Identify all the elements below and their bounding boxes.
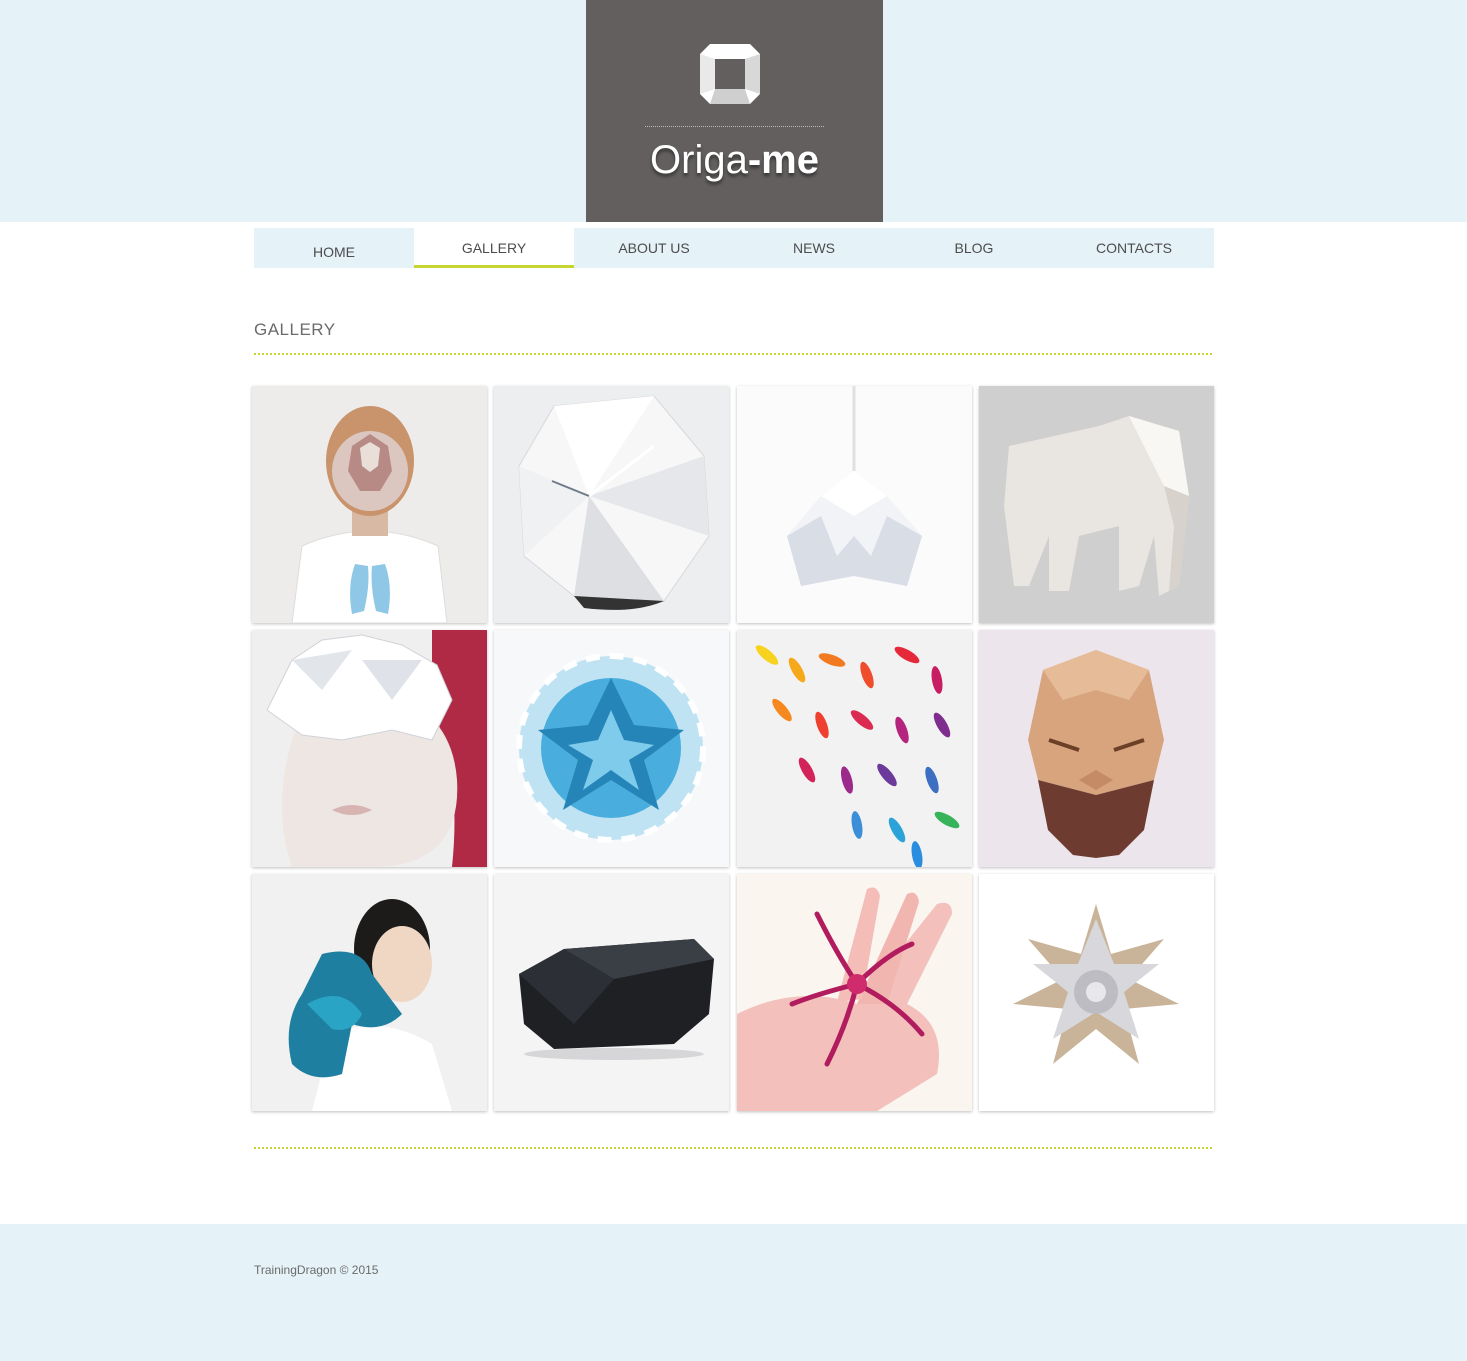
logo-box[interactable] <box>586 0 883 222</box>
nav-item-label: BLOG <box>954 240 994 256</box>
woman-with-blue-paper-collar-image <box>252 874 487 1111</box>
logo-divider <box>645 126 824 127</box>
nav-item-news[interactable]: NEWS <box>734 228 894 268</box>
origami-bearded-mask-image <box>979 630 1214 867</box>
gallery-item-elephant[interactable] <box>979 386 1214 623</box>
gallery-item-paper-mask-man[interactable] <box>252 386 487 623</box>
blue-kusudama-ball-image <box>494 630 729 867</box>
gallery-item-kusudama[interactable] <box>494 630 729 867</box>
main-nav: HOME GALLERY ABOUT US NEWS BLOG CONTACTS <box>254 228 1214 268</box>
origami-pendant-lamp-image <box>737 386 972 623</box>
origami-star-image <box>979 874 1214 1111</box>
nav-item-label: CONTACTS <box>1096 240 1172 256</box>
gallery-item-rainbow-fish[interactable] <box>737 630 972 867</box>
gallery-item-blue-collar-woman[interactable] <box>252 874 487 1111</box>
folded-square-icon[interactable] <box>700 44 760 104</box>
gallery-item-starfish-hand[interactable] <box>737 874 972 1111</box>
origami-clock-image <box>494 386 729 623</box>
title-divider <box>254 353 1212 355</box>
nav-item-home[interactable]: HOME <box>254 228 414 268</box>
logo-text-light: Origa <box>650 138 748 182</box>
gallery-item-paper-crown-woman[interactable] <box>252 630 487 867</box>
site-logo-text[interactable]: Origa-me <box>586 138 883 183</box>
nav-item-gallery[interactable]: GALLERY <box>414 228 574 268</box>
origami-elephant-image <box>979 386 1214 623</box>
nav-item-label: HOME <box>313 244 355 260</box>
copyright-text: TrainingDragon © 2015 <box>254 1263 379 1277</box>
nav-item-label: ABOUT US <box>618 240 690 256</box>
gallery-item-lamp[interactable] <box>737 386 972 623</box>
woman-with-paper-crown-image <box>252 630 487 867</box>
logo-text-bold: -me <box>747 138 819 182</box>
footer <box>0 1224 1467 1361</box>
gallery-bottom-divider <box>254 1147 1212 1149</box>
gallery-item-origami-star[interactable] <box>979 874 1214 1111</box>
nav-item-label: GALLERY <box>461 240 527 256</box>
paper-starfish-on-hand-image <box>737 874 972 1111</box>
gallery-item-clock[interactable] <box>494 386 729 623</box>
page-title: GALLERY <box>254 320 336 339</box>
gallery-grid <box>252 386 1214 1111</box>
nav-item-contacts[interactable]: CONTACTS <box>1054 228 1214 268</box>
nav-item-blog[interactable]: BLOG <box>894 228 1054 268</box>
black-faceted-object-image <box>494 874 729 1111</box>
gallery-item-black-object[interactable] <box>494 874 729 1111</box>
gallery-item-bearded-mask[interactable] <box>979 630 1214 867</box>
man-with-paper-mask-image <box>252 386 487 623</box>
nav-item-about-us[interactable]: ABOUT US <box>574 228 734 268</box>
rainbow-paper-fish-image <box>737 630 972 867</box>
nav-item-label: NEWS <box>793 240 835 256</box>
